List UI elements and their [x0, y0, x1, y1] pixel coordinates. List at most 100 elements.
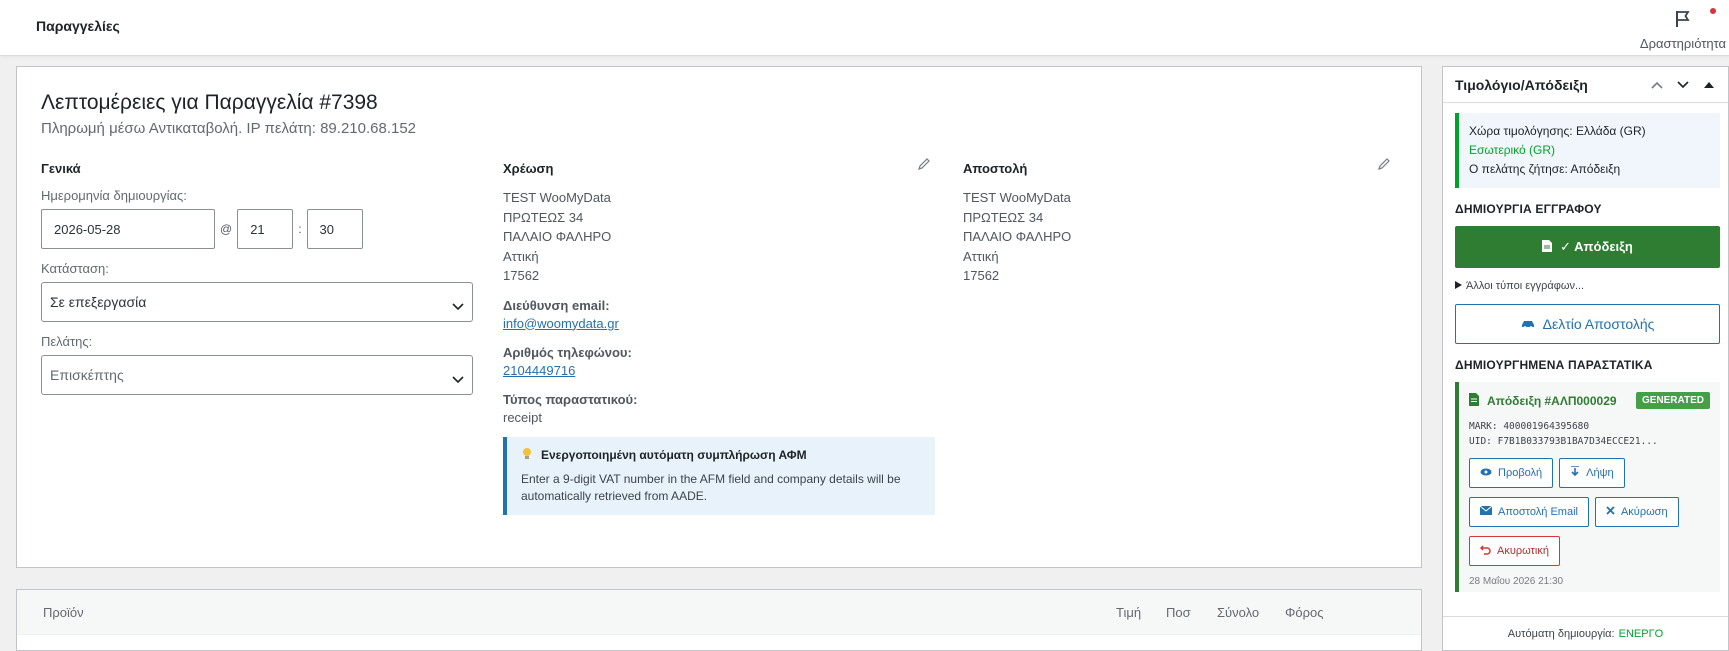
delivery-note-button[interactable]: Δελτίο Αποστολής [1455, 304, 1720, 344]
cancel-document-label: Ακύρωση [1620, 506, 1668, 518]
edit-billing-pencil-icon[interactable] [917, 157, 931, 171]
shipping-address-line: 17562 [963, 268, 1000, 283]
credit-note-button[interactable]: Ακυρωτική [1469, 536, 1560, 566]
auto-create-label: Αυτόματη δημιουργία: [1507, 627, 1615, 640]
shipping-address-line: Αττική [963, 248, 999, 264]
download-label: Λήψη [1586, 467, 1614, 479]
mail-icon [1479, 505, 1493, 518]
domestic-label: Εσωτερικό (GR) [1469, 143, 1556, 157]
time-separator: : [298, 222, 302, 236]
billing-title: Χρέωση [503, 161, 554, 176]
notice-title: Ενεργοποιημένη αυτόματη συμπλήρωση ΑΦΜ [541, 448, 807, 462]
status-select[interactable]: Σε επεξεργασία [41, 282, 473, 322]
shipping-address-line: ΠΡΩΤΕΩΣ 34 [963, 209, 1044, 225]
document-type-label: Τύπος παραστατικού: [503, 391, 638, 407]
column-product[interactable]: Προϊόν [43, 605, 84, 620]
billing-country-box: Χώρα τιμολόγησης: Ελλάδα (GR) Εσωτερικό … [1455, 113, 1720, 188]
order-details-panel: Λεπτομέρειες για Παραγγελία #7398 Πληρωμ… [16, 66, 1422, 568]
create-receipt-label: ✓ Απόδειξη [1560, 239, 1633, 254]
flag-icon [1673, 8, 1693, 30]
activity-button[interactable]: Δραστηριότητα [1637, 8, 1729, 51]
undo-icon [1479, 544, 1491, 558]
customer-select[interactable]: Επισκέπτης [41, 355, 473, 395]
billing-address-line: TEST WooMyData [503, 190, 611, 205]
status-badge: GENERATED [1635, 392, 1710, 409]
chevron-down-icon [452, 298, 464, 311]
other-document-types-toggle[interactable]: Άλλοι τύποι εγγράφων... [1455, 280, 1728, 292]
cancel-document-button[interactable]: Ακύρωση [1594, 497, 1679, 527]
created-documents-section-title: ΔΗΜΙΟΥΡΓΗΜΕΝΑ ΠΑΡΑΣΤΑΤΙΚΑ [1455, 358, 1653, 372]
download-icon [1570, 465, 1580, 480]
top-bar: Παραγγελίες Δραστηριότητα [0, 0, 1729, 56]
document-date: 28 Μαΐου 2026 21:30 [1469, 576, 1564, 587]
order-subheading: Πληρωμή μέσω Αντικαταβολή. IP πελάτη: 89… [41, 120, 417, 137]
requested-value: Απόδειξη [1570, 162, 1621, 176]
phone-label: Αριθμός τηλεφώνου: [503, 344, 632, 360]
activity-label: Δραστηριότητα [1639, 36, 1727, 51]
shipping-address-line: TEST WooMyData [963, 190, 1071, 205]
email-link[interactable]: info@woomydata.gr [503, 316, 935, 331]
status-value: Σε επεξεργασία [50, 294, 147, 310]
hour-input[interactable]: 21 [237, 209, 294, 249]
invoice-sidebar: Τιμολόγιο/Απόδειξη Χώρα τιμολόγησης: Ελλ… [1442, 66, 1729, 651]
customer-label: Πελάτης: [41, 334, 93, 349]
download-button[interactable]: Λήψη [1559, 458, 1625, 488]
send-email-label: Αποστολή Email [1498, 506, 1578, 518]
auto-create-value: ΕΝΕΡΓΟ [1618, 627, 1664, 640]
items-table-header: Προϊόν Τιμή Ποσ Σύνολο Φόρος [17, 590, 1421, 635]
sidebar-header: Τιμολόγιο/Απόδειξη [1443, 67, 1728, 103]
view-label: Προβολή [1498, 467, 1543, 479]
status-label: Κατάσταση: [41, 261, 109, 276]
other-types-label: Άλλοι τύποι εγγράφων... [1466, 280, 1585, 292]
phone-link[interactable]: 2104449716 [503, 363, 935, 378]
billing-address-line: ΠΡΩΤΕΩΣ 34 [503, 209, 584, 225]
billing-address: TEST WooMyData ΠΡΩΤΕΩΣ 34 ΠΑΛΑΙΟ ΦΑΛΗΡΟ … [503, 188, 935, 286]
car-icon [1521, 316, 1535, 332]
order-heading: Λεπτομέρειες για Παραγγελία #7398 [41, 91, 378, 114]
shipping-address: TEST WooMyData ΠΡΩΤΕΩΣ 34 ΠΑΛΑΙΟ ΦΑΛΗΡΟ … [963, 188, 1395, 286]
email-label: Διεύθυνση email: [503, 297, 610, 313]
eye-icon [1480, 467, 1492, 479]
collapse-toggle-icon[interactable] [1700, 76, 1718, 94]
shipping-address-line: ΠΑΛΑΙΟ ΦΑΛΗΡΟ [963, 229, 1072, 244]
generated-document-card: Απόδειξη #ΑΛΠ000029 GENERATED MARK: 4000… [1455, 382, 1720, 592]
order-items-panel: Προϊόν Τιμή Ποσ Σύνολο Φόρος [16, 589, 1422, 651]
move-up-icon[interactable] [1648, 76, 1666, 94]
billing-address-line: 17562 [503, 268, 540, 283]
billing-address-line: ΠΑΛΑΙΟ ΦΑΛΗΡΟ [503, 229, 612, 244]
mark-value: MARK: 400001964395680 [1469, 421, 1590, 432]
sidebar-title: Τιμολόγιο/Απόδειξη [1455, 76, 1588, 93]
general-title: Γενικά [41, 161, 81, 176]
document-type-value: receipt [503, 409, 543, 425]
chevron-down-icon [452, 371, 464, 384]
shipping-section: Αποστολή TEST WooMyData ΠΡΩΤΕΩΣ 34 ΠΑΛΑΙ… [963, 158, 1395, 298]
uid-value: UID: F7B1B033793B1BA7D34ECCE21... [1469, 436, 1658, 447]
document-icon [1469, 392, 1479, 409]
page-title: Παραγγελίες [36, 18, 120, 34]
column-tax[interactable]: Φόρος [1285, 605, 1324, 620]
notice-body: Enter a 9-digit VAT number in the AFM fi… [521, 471, 901, 503]
view-button[interactable]: Προβολή [1469, 458, 1554, 488]
at-separator: @ [220, 222, 233, 236]
requested-label: Ο πελάτης ζήτησε: [1469, 162, 1568, 176]
date-created-input[interactable]: 2026-05-28 [41, 209, 215, 249]
country-label: Χώρα τιμολόγησης: [1469, 124, 1573, 138]
shipping-title: Αποστολή [963, 161, 1028, 176]
lightbulb-icon [521, 447, 533, 464]
document-title: Απόδειξη #ΑΛΠ000029 [1487, 393, 1617, 408]
document-icon [1542, 239, 1553, 255]
country-value: Ελλάδα (GR) [1575, 124, 1646, 138]
vat-autofill-notice: Ενεργοποιημένη αυτόματη συμπλήρωση ΑΦΜ E… [503, 436, 935, 515]
edit-shipping-pencil-icon[interactable] [1377, 157, 1391, 171]
triangle-right-icon [1455, 280, 1462, 292]
move-down-icon[interactable] [1674, 76, 1692, 94]
column-total[interactable]: Σύνολο [1217, 605, 1259, 620]
create-document-section-title: ΔΗΜΙΟΥΡΓΙΑ ΕΓΓΡΑΦΟΥ [1455, 202, 1602, 216]
column-qty[interactable]: Ποσ [1166, 605, 1191, 620]
send-email-button[interactable]: Αποστολή Email [1469, 497, 1589, 527]
general-section: Γενικά Ημερομηνία δημιουργίας: 2026-05-2… [41, 161, 473, 407]
minute-input[interactable]: 30 [306, 209, 363, 249]
date-created-label: Ημερομηνία δημιουργίας: [41, 188, 187, 203]
create-receipt-button[interactable]: ✓ Απόδειξη [1455, 226, 1720, 268]
column-price[interactable]: Τιμή [1116, 605, 1141, 620]
